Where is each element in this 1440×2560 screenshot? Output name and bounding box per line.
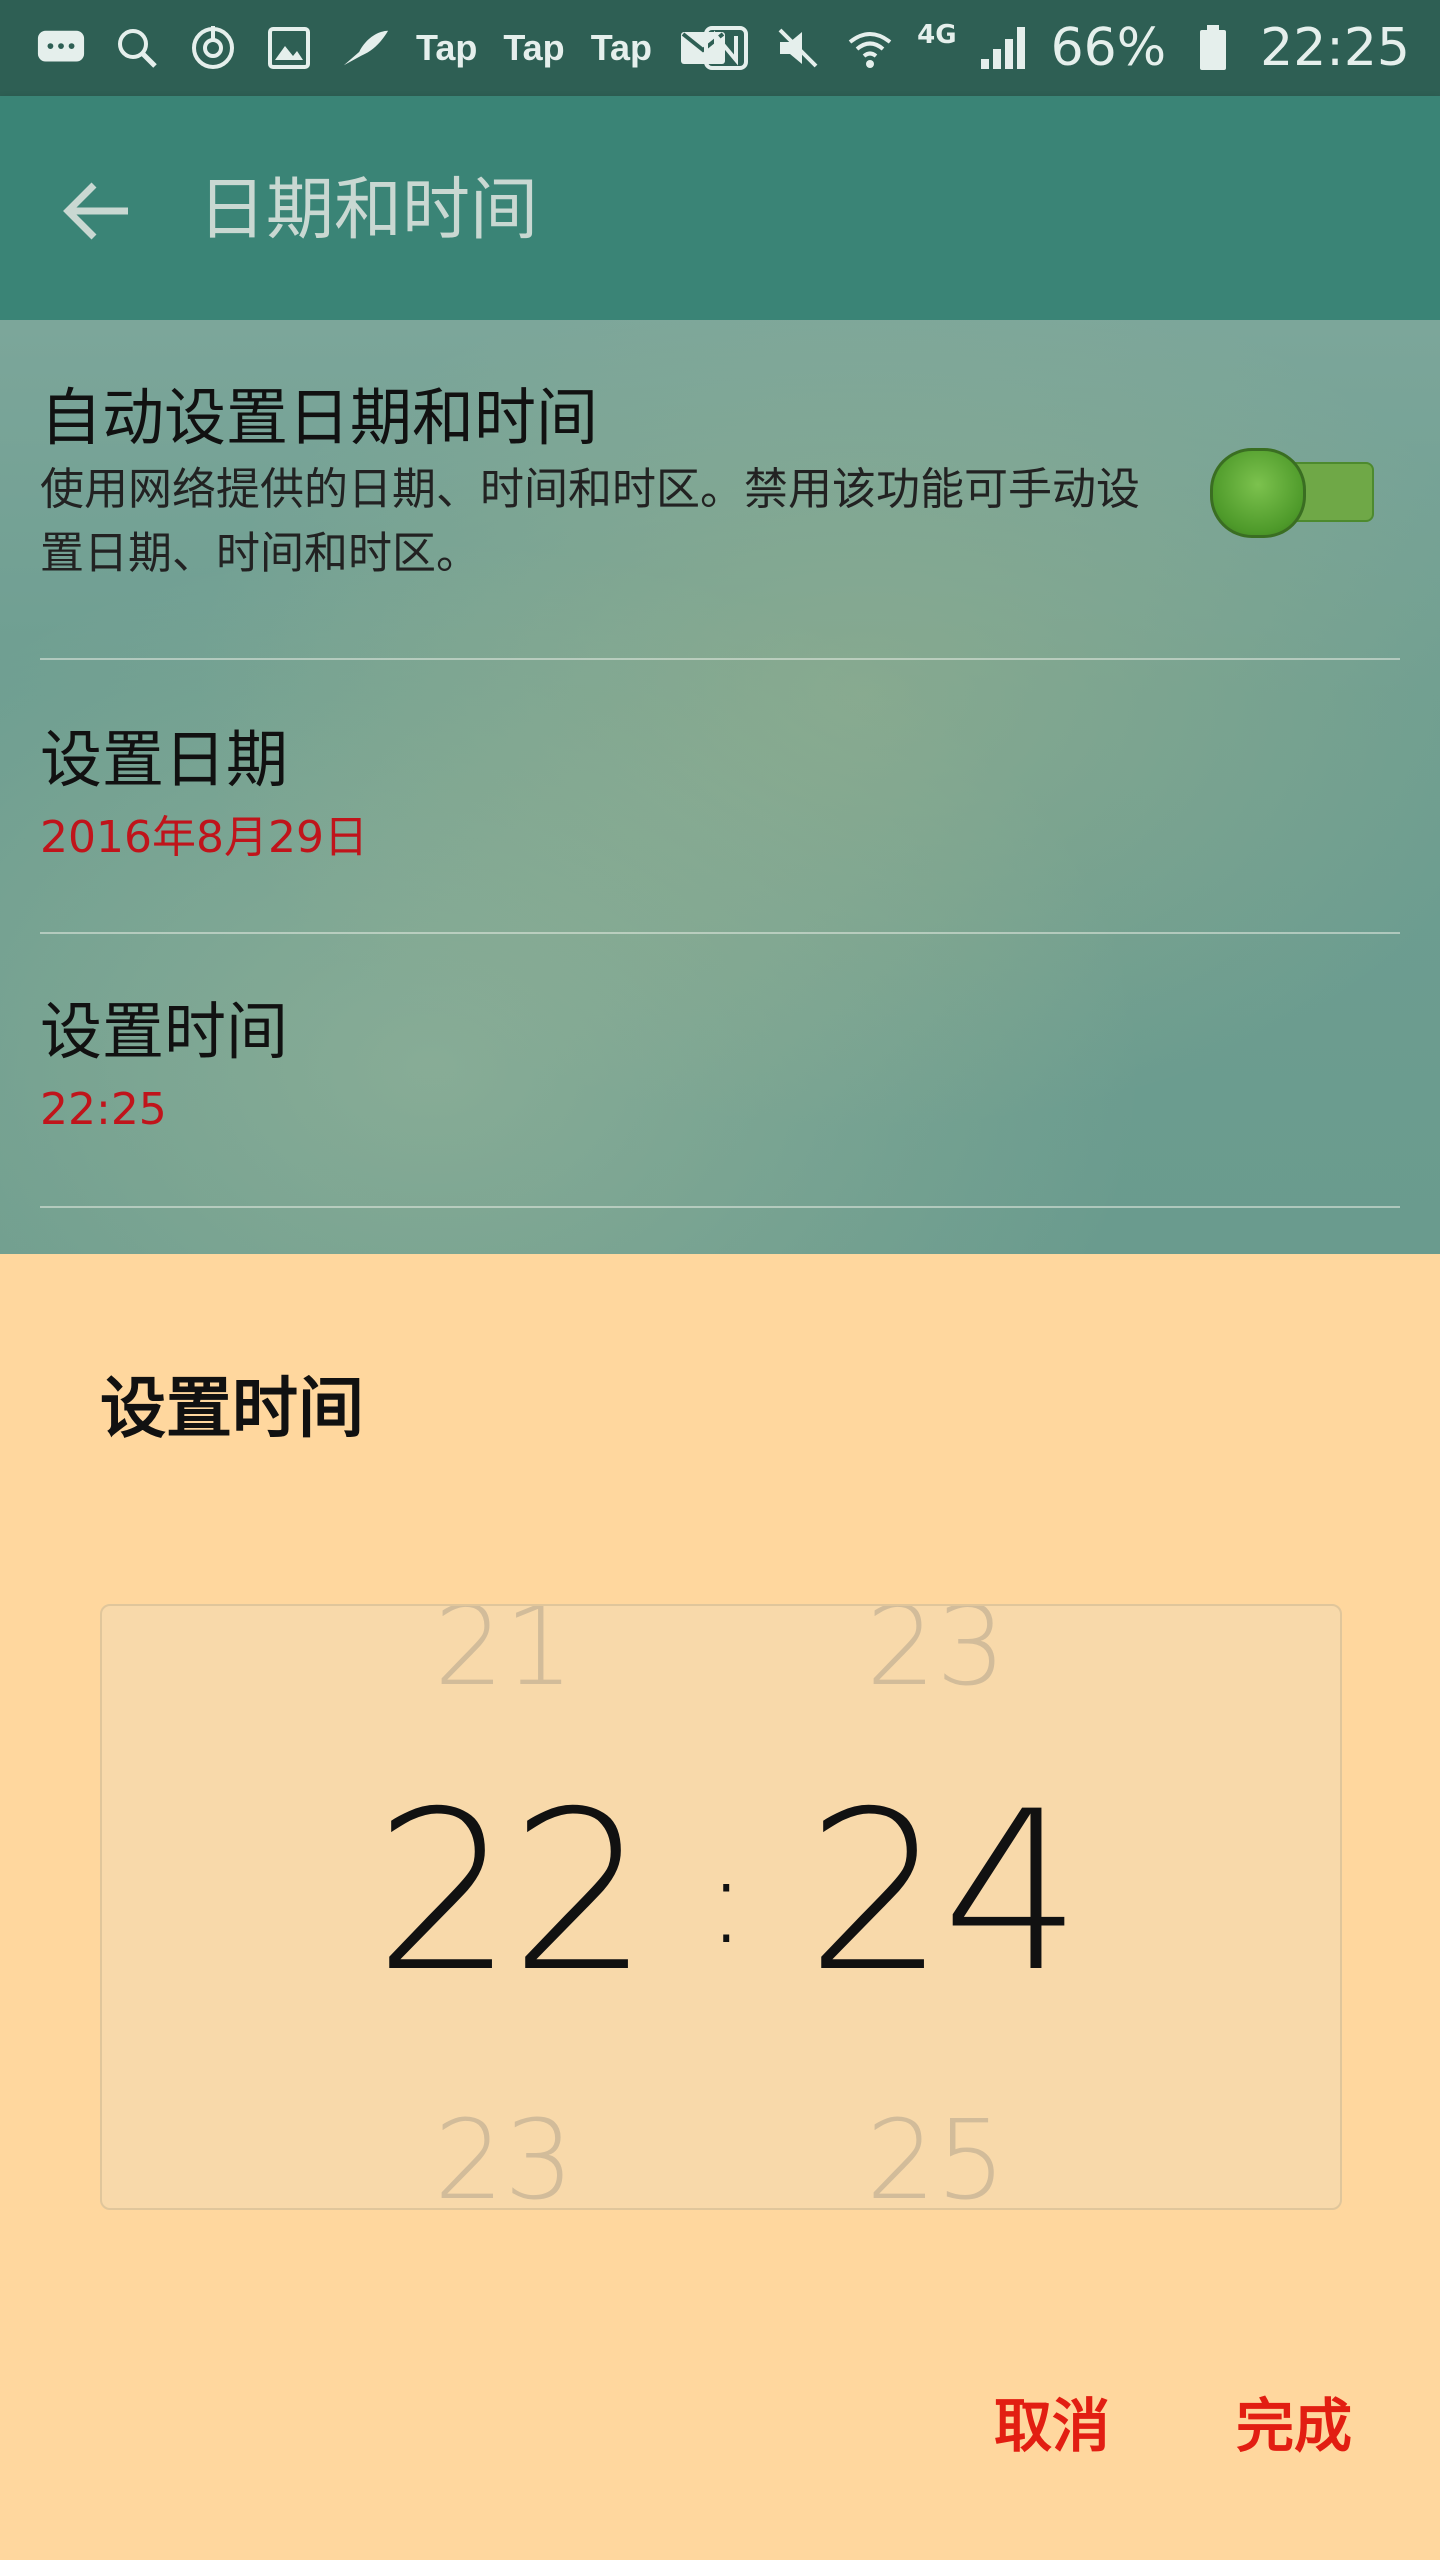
back-button[interactable] xyxy=(52,166,142,256)
divider xyxy=(40,658,1400,660)
auto-datetime-title: 自动设置日期和时间 xyxy=(40,381,599,454)
network-type: 4G xyxy=(917,20,957,50)
status-bar: Tap Tap Tap 4G 66% 22:25 xyxy=(0,0,1440,96)
sync-icon xyxy=(188,23,238,73)
dialog-title: 设置时间 xyxy=(100,1370,364,1447)
app-bar: 日期和时间 xyxy=(0,96,1440,320)
nfc-icon xyxy=(701,23,751,73)
set-date-title: 设置日期 xyxy=(40,723,289,796)
time-separator: : xyxy=(706,1832,747,1971)
signal-icon xyxy=(979,23,1029,73)
auto-datetime-row[interactable]: 自动设置日期和时间 使用网络提供的日期、时间和时区。禁用该功能可手动设置日期、时… xyxy=(40,378,1400,586)
hour-next[interactable]: 23 xyxy=(434,2096,574,2208)
minute-prev[interactable]: 23 xyxy=(866,1606,1006,1710)
page-title: 日期和时间 xyxy=(198,171,539,250)
battery-icon xyxy=(1188,23,1238,73)
divider xyxy=(40,1206,1400,1208)
back-arrow-icon xyxy=(63,182,128,240)
battery-percent: 66% xyxy=(1050,18,1167,78)
hour-prev[interactable]: 21 xyxy=(434,1606,574,1710)
divider xyxy=(40,932,1400,934)
set-date-value: 2016年8月29日 xyxy=(40,812,368,863)
status-time: 22:25 xyxy=(1260,18,1410,78)
chat-icon xyxy=(36,23,86,73)
tap-notification-1: Tap xyxy=(416,27,478,68)
wifi-icon xyxy=(845,23,895,73)
cancel-button[interactable]: 取消 xyxy=(994,2386,1110,2466)
auto-datetime-toggle[interactable] xyxy=(1210,448,1374,538)
search-icon xyxy=(112,23,162,73)
minute-next[interactable]: 25 xyxy=(866,2096,1006,2208)
tap-notification-2: Tap xyxy=(503,27,565,68)
set-time-row[interactable]: 设置时间 22:25 xyxy=(40,992,1400,1140)
set-date-row[interactable]: 设置日期 2016年8月29日 xyxy=(40,720,1400,868)
set-time-dialog: 设置时间 21 23 22 : 24 23 25 取消 完成 xyxy=(0,1254,1440,2560)
mute-icon xyxy=(773,23,823,73)
done-button[interactable]: 完成 xyxy=(1236,2386,1352,2466)
tap-notification-3: Tap xyxy=(590,27,653,68)
feather-icon xyxy=(340,23,390,73)
settings-list: 自动设置日期和时间 使用网络提供的日期、时间和时区。禁用该功能可手动设置日期、时… xyxy=(0,320,1440,1254)
hour-selected[interactable]: 22 xyxy=(374,1764,650,2020)
set-time-value: 22:25 xyxy=(40,1084,167,1135)
image-icon xyxy=(264,23,314,73)
toggle-knob xyxy=(1210,448,1306,538)
minute-selected[interactable]: 24 xyxy=(806,1764,1082,2020)
time-picker: 21 23 22 : 24 23 25 xyxy=(100,1604,1342,2210)
set-time-title: 设置时间 xyxy=(40,995,289,1068)
auto-datetime-description: 使用网络提供的日期、时间和时区。禁用该功能可手动设置日期、时间和时区。 xyxy=(40,464,1140,579)
